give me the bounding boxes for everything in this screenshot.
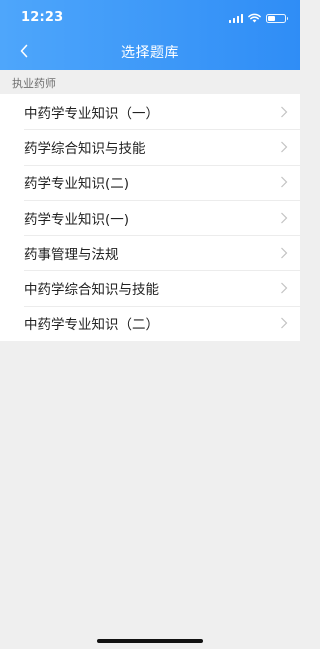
page-title: 选择题库	[121, 45, 179, 61]
list-item[interactable]: 中药学专业知识（二）	[0, 305, 300, 341]
list-item[interactable]: 药学专业知识(一)	[0, 199, 300, 235]
screen: 12:23 选择题库 执业药师 中药学专业知识（一） 药学综合知识与技能 药学专…	[0, 0, 300, 649]
list-item-label: 药学综合知识与技能	[24, 140, 146, 157]
list-item[interactable]: 药学专业知识(二)	[0, 164, 300, 200]
question-bank-list: 中药学专业知识（一） 药学综合知识与技能 药学专业知识(二) 药学专业知识(一)…	[0, 94, 300, 342]
header: 12:23 选择题库	[0, 0, 300, 70]
status-bar: 12:23	[0, 0, 300, 34]
home-indicator[interactable]	[97, 639, 203, 643]
list-item-label: 中药学专业知识（一）	[24, 105, 159, 122]
list-item-label: 中药学专业知识（二）	[24, 317, 159, 334]
list-item-label: 药学专业知识(一)	[24, 211, 130, 228]
list-item[interactable]: 药事管理与法规	[0, 235, 300, 270]
list-item[interactable]: 中药学专业知识（一）	[0, 94, 300, 129]
wifi-icon	[248, 13, 261, 23]
chevron-right-icon	[281, 212, 288, 223]
list-item-label: 药事管理与法规	[24, 246, 119, 263]
chevron-right-icon	[281, 176, 288, 188]
status-time: 12:23	[21, 10, 64, 25]
battery-icon	[266, 13, 288, 23]
list-item-label: 药学专业知识(二)	[24, 176, 130, 193]
nav-bar: 选择题库	[0, 34, 300, 68]
chevron-right-icon	[281, 247, 288, 259]
chevron-right-icon	[281, 141, 288, 153]
chevron-right-icon	[281, 282, 288, 294]
status-icons	[228, 12, 288, 24]
list-item-label: 中药学综合知识与技能	[24, 282, 159, 299]
list-item[interactable]: 药学综合知识与技能	[0, 129, 300, 164]
chevron-right-icon	[281, 106, 288, 118]
signal-icon	[228, 13, 243, 23]
chevron-right-icon	[281, 317, 288, 329]
section-label: 执业药师	[12, 77, 56, 90]
list-item[interactable]: 中药学综合知识与技能	[0, 270, 300, 305]
